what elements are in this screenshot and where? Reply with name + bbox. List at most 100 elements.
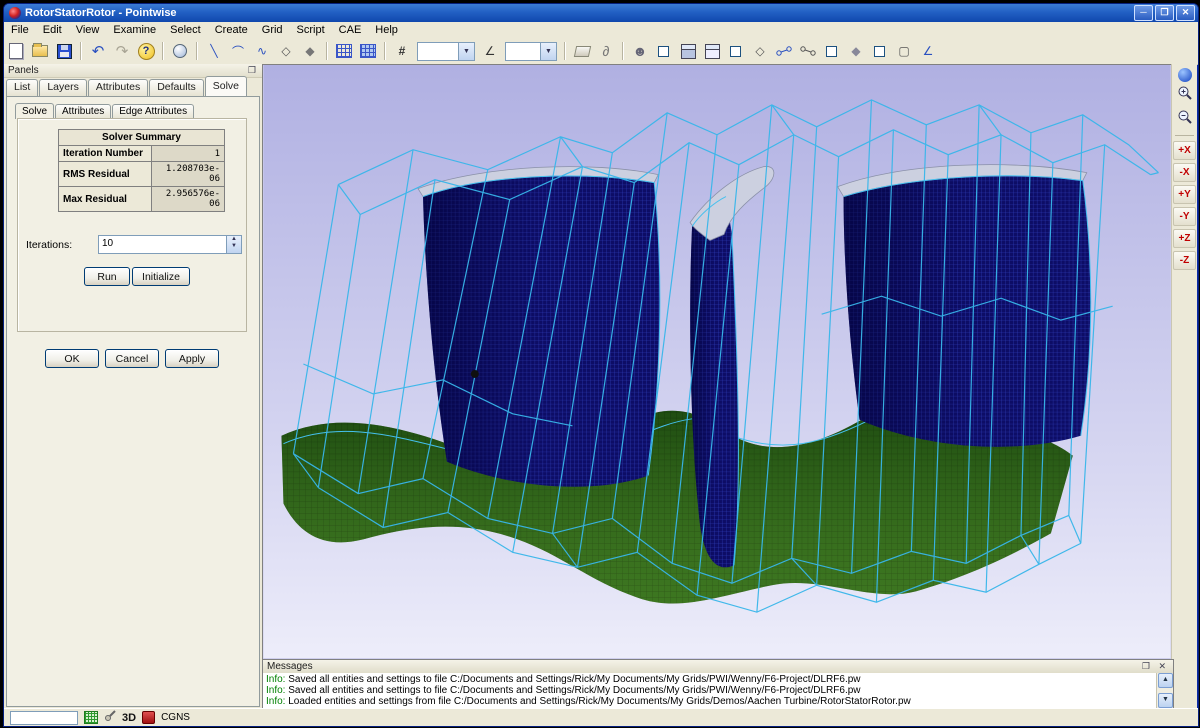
row-label: RMS Residual [59, 162, 152, 187]
spacing-angle-icon: ∠ [479, 41, 501, 62]
menu-help[interactable]: Help [368, 23, 405, 37]
angle-tool-icon[interactable]: ∠ [917, 41, 939, 62]
save-icon[interactable] [53, 41, 75, 62]
tab-attributes[interactable]: Attributes [88, 79, 148, 96]
menu-script[interactable]: Script [290, 23, 332, 37]
solver-summary-table: Solver Summary Iteration Number 1 RMS Re… [58, 129, 225, 212]
subtab-edge-attributes[interactable]: Edge Attributes [112, 104, 194, 119]
dimension-icon: # [391, 41, 413, 62]
segment-tool-icon[interactable]: ╲ [203, 41, 225, 62]
viewport-3d-scene [263, 65, 1171, 658]
dock-icon[interactable]: ❐ [248, 65, 258, 76]
iterations-stepper[interactable]: 10 ▲▼ [98, 235, 242, 254]
diamond-outline-icon[interactable]: ◇ [275, 41, 297, 62]
open-file-icon[interactable] [29, 41, 51, 62]
mask-icon[interactable]: ☻ [629, 41, 651, 62]
menu-examine[interactable]: Examine [106, 23, 163, 37]
view-plus-y-button[interactable]: +Y [1173, 185, 1196, 204]
view-minus-z-button[interactable]: -Z [1173, 251, 1196, 270]
table-row: Max Residual 2.956576e-06 [59, 187, 225, 212]
view-minus-y-button[interactable]: -Y [1173, 207, 1196, 226]
help-icon[interactable]: ? [135, 41, 157, 62]
extrude-grid-icon[interactable] [357, 41, 379, 62]
selection-point [471, 370, 479, 378]
apply-button[interactable]: Apply [165, 349, 219, 368]
scroll-down-icon[interactable]: ▼ [1158, 693, 1173, 708]
connector-split-icon[interactable] [797, 41, 819, 62]
view-toolbar: +X -X +Y -Y +Z -Z [1171, 64, 1197, 709]
menu-create[interactable]: Create [208, 23, 255, 37]
initialize-button[interactable]: Initialize [132, 267, 190, 286]
panels-tabs: List Layers Attributes Defaults Solve [6, 79, 260, 96]
assemble-domain-checkbox[interactable] [725, 41, 747, 62]
probe-icon [104, 710, 116, 725]
tab-list[interactable]: List [6, 79, 38, 96]
rotate-view-icon[interactable] [1178, 68, 1192, 82]
messages-scrollbar[interactable]: ▲ ▼ [1156, 673, 1173, 708]
close-messages-icon[interactable]: ✕ [1158, 661, 1169, 671]
zoom-in-icon[interactable] [1177, 85, 1193, 106]
scroll-up-icon[interactable]: ▲ [1158, 673, 1173, 688]
dimension-mode-label[interactable]: 3D [122, 712, 136, 724]
new-file-icon[interactable] [5, 41, 27, 62]
solver-summary-title: Solver Summary [59, 130, 225, 146]
title-bar[interactable]: RotorStatorRotor - Pointwise ─ ❐ ✕ [4, 4, 1198, 22]
row-value: 2.956576e-06 [152, 187, 225, 212]
assemble-domain-icon[interactable]: ◇ [749, 41, 771, 62]
restore-button[interactable]: ❐ [1155, 5, 1174, 21]
tab-solve[interactable]: Solve [205, 76, 247, 96]
panels-pane: Panels ❐ List Layers Attributes Defaults… [4, 64, 263, 709]
diamond2-icon[interactable]: ◆ [845, 41, 867, 62]
light-icon[interactable] [169, 41, 191, 62]
table-row: RMS Residual 1.208703e-06 [59, 162, 225, 187]
spline-tool-icon[interactable]: ∿ [251, 41, 273, 62]
window-title: RotorStatorRotor - Pointwise [25, 7, 177, 19]
grid-status-icon [84, 711, 98, 724]
table-row: Iteration Number 1 [59, 146, 225, 162]
menu-edit[interactable]: Edit [36, 23, 69, 37]
menu-grid[interactable]: Grid [255, 23, 290, 37]
minimize-button[interactable]: ─ [1134, 5, 1153, 21]
float-panel-icon[interactable]: ❐ [1142, 661, 1153, 671]
eraser-icon[interactable] [571, 41, 593, 62]
subtab-solve[interactable]: Solve [15, 103, 54, 119]
zoom-out-icon[interactable] [1177, 109, 1193, 130]
subtab-attributes[interactable]: Attributes [55, 104, 111, 119]
status-input[interactable] [10, 711, 78, 725]
arc-tool-icon[interactable]: ⌒ [227, 41, 249, 62]
view-plus-x-button[interactable]: +X [1173, 141, 1196, 160]
dimension-combo[interactable]: ▼ [417, 42, 475, 61]
tab-defaults[interactable]: Defaults [149, 79, 204, 96]
menu-bar: File Edit View Examine Select Create Gri… [4, 22, 1198, 39]
ok-button[interactable]: OK [45, 349, 99, 368]
cae-solver-label: CGNS [161, 712, 190, 723]
undo-icon[interactable]: ↶ [87, 41, 109, 62]
diamond-fill-icon[interactable]: ◆ [299, 41, 321, 62]
menu-select[interactable]: Select [163, 23, 208, 37]
view-plus-z-button[interactable]: +Z [1173, 229, 1196, 248]
stepper-arrows[interactable]: ▲▼ [226, 236, 241, 253]
menu-view[interactable]: View [69, 23, 107, 37]
square-tool-icon[interactable]: ▢ [893, 41, 915, 62]
menu-file[interactable]: File [4, 23, 36, 37]
square-tool-checkbox[interactable] [869, 41, 891, 62]
redo-icon[interactable]: ↷ [111, 41, 133, 62]
block-outline-icon[interactable] [701, 41, 723, 62]
assemble-block-icon[interactable] [677, 41, 699, 62]
structured-grid-icon[interactable] [333, 41, 355, 62]
partial-derivative-icon[interactable]: ∂ [595, 41, 617, 62]
tab-layers[interactable]: Layers [39, 79, 87, 96]
app-window: RotorStatorRotor - Pointwise ─ ❐ ✕ File … [3, 3, 1199, 727]
menu-cae[interactable]: CAE [332, 23, 369, 37]
assemble-special-checkbox[interactable] [821, 41, 843, 62]
cancel-button[interactable]: Cancel [105, 349, 159, 368]
viewport-3d[interactable] [262, 64, 1174, 661]
close-button[interactable]: ✕ [1176, 5, 1195, 21]
run-button[interactable]: Run [84, 267, 130, 286]
log-line: Info: Loaded entities and settings from … [266, 696, 1154, 707]
connector-join-icon[interactable] [773, 41, 795, 62]
assemble-block-checkbox[interactable] [653, 41, 675, 62]
app-icon [9, 7, 21, 19]
spacing-combo[interactable]: ▼ [505, 42, 557, 61]
view-minus-x-button[interactable]: -X [1173, 163, 1196, 182]
